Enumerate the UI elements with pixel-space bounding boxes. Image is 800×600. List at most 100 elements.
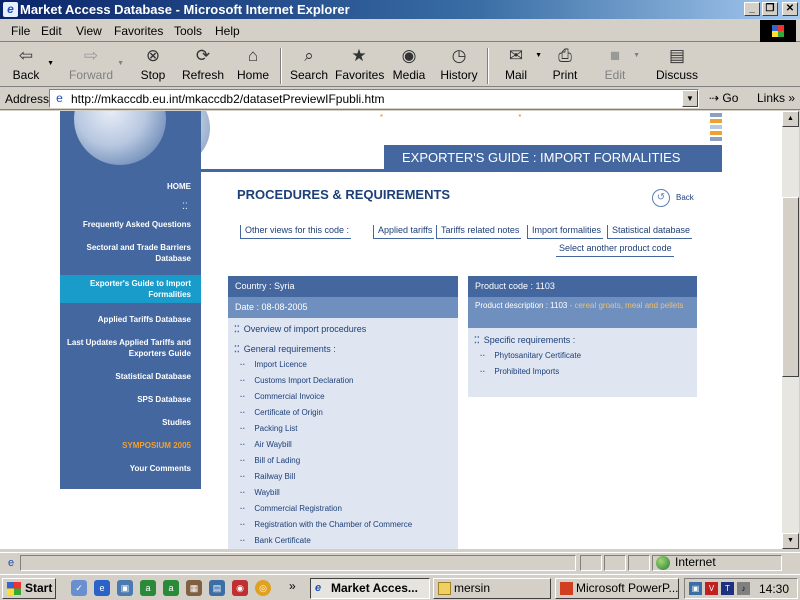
back-dropdown-icon[interactable]: ▼ — [47, 60, 54, 67]
history-button[interactable]: ◷ History — [440, 46, 478, 82]
bullet-icon: ·· — [240, 472, 246, 481]
folder-icon — [438, 582, 451, 595]
task-mersin[interactable]: mersin — [433, 578, 551, 599]
quicklaunch-app-icon[interactable]: a — [140, 580, 156, 596]
clock[interactable]: 14:30 — [759, 582, 789, 596]
quicklaunch-app-icon[interactable]: a — [163, 580, 179, 596]
view-link-statistical-database[interactable]: Statistical database — [607, 225, 693, 239]
address-dropdown-icon[interactable]: ▼ — [682, 90, 698, 107]
go-button[interactable]: ⇢ Go — [709, 91, 738, 105]
requirement-link[interactable]: ·· Bank Certificate — [240, 536, 311, 545]
select-product-code-link[interactable]: Select another product code — [556, 243, 674, 257]
requirement-link[interactable]: ·· Packing List — [240, 424, 297, 433]
nav-exporters-guide[interactable]: Exporter's Guide to Import Formalities — [60, 275, 201, 303]
print-button[interactable]: ⎙ Print — [548, 46, 582, 82]
forward-button[interactable]: ⇨ Forward ▼ — [68, 46, 124, 82]
mail-dropdown-icon[interactable]: ▼ — [535, 52, 542, 59]
requirement-link[interactable]: ·· Customs Import Declaration — [240, 376, 353, 385]
home-button[interactable]: ⌂ Home — [235, 46, 271, 82]
requirement-link[interactable]: ·· Waybill — [240, 488, 280, 497]
nav-sps-database[interactable]: SPS Database — [60, 394, 201, 405]
nav-symposium[interactable]: SYMPOSIUM 2005 — [60, 440, 201, 451]
menu-favorites[interactable]: Favorites — [114, 24, 163, 38]
start-button[interactable]: Start — [2, 578, 56, 599]
bullet-icon: ·· — [240, 408, 246, 417]
favorites-button[interactable]: ★ Favorites — [335, 46, 384, 82]
bullet-icon: ·· — [480, 351, 486, 360]
search-button[interactable]: ⌕ Search — [289, 46, 329, 82]
scroll-up-icon[interactable]: ▲ — [782, 111, 799, 127]
requirement-link[interactable]: ·· Air Waybill — [240, 440, 292, 449]
address-url[interactable]: http://mkaccdb.eu.int/mkaccdb2/datasetPr… — [71, 92, 384, 106]
tray-antivirus-icon[interactable]: V — [705, 582, 718, 595]
requirement-link[interactable]: ·· Commercial Invoice — [240, 392, 325, 401]
quicklaunch-more-icon[interactable]: » — [289, 579, 296, 593]
menu-tools[interactable]: Tools — [174, 24, 202, 38]
nav-sectoral-trade-barriers[interactable]: Sectoral and Trade Barriers Database — [60, 242, 201, 264]
tray-network-icon[interactable]: ▣ — [689, 582, 702, 595]
requirement-link[interactable]: ·· Bill of Lading — [240, 456, 300, 465]
quicklaunch-app-icon[interactable]: ▦ — [186, 580, 202, 596]
back-link[interactable]: ↺ Back — [652, 189, 694, 207]
view-link-import-formalities[interactable]: Import formalities — [527, 225, 604, 239]
forward-dropdown-icon[interactable]: ▼ — [117, 60, 124, 67]
address-input[interactable]: e http://mkaccdb.eu.int/mkaccdb2/dataset… — [49, 89, 699, 108]
requirement-link[interactable]: ·· Import Licence — [240, 360, 307, 369]
stop-button[interactable]: ⊗ Stop — [136, 46, 170, 82]
refresh-button[interactable]: ⟳ Refresh — [180, 46, 226, 82]
quicklaunch-outlook-icon[interactable]: ▣ — [117, 580, 133, 596]
requirement-link[interactable]: ·· Registration with the Chamber of Comme… — [240, 520, 412, 529]
menu-view[interactable]: View — [76, 24, 102, 38]
window-title: Market Access Database - Microsoft Inter… — [20, 2, 350, 17]
requirement-link[interactable]: ·· Railway Bill — [240, 472, 295, 481]
edit-button[interactable]: ■ Edit ▼ — [600, 46, 640, 82]
view-link-applied-tariffs[interactable]: Applied tariffs — [373, 225, 435, 239]
quicklaunch-app-icon[interactable]: ◉ — [232, 580, 248, 596]
back-button[interactable]: ⇦ Back ▼ — [8, 46, 54, 82]
back-arrow-icon: ⇦ — [18, 46, 34, 65]
quicklaunch-app-icon[interactable]: ▤ — [209, 580, 225, 596]
requirement-link[interactable]: ·· Certificate of Origin — [240, 408, 323, 417]
links-button[interactable]: Links » — [757, 91, 795, 105]
vertical-scrollbar[interactable]: ▲ ▼ — [782, 111, 799, 549]
specific-requirements-title: ⁚⁚ Specific requirements : — [474, 335, 576, 345]
discuss-button[interactable]: ▤ Discuss — [656, 46, 698, 82]
requirement-link[interactable]: ·· Commercial Registration — [240, 504, 342, 513]
maximize-button[interactable]: ❐ — [762, 2, 778, 16]
nav-your-comments[interactable]: Your Comments — [60, 463, 201, 474]
back-circle-icon: ↺ — [652, 189, 670, 207]
toolbar-separator — [280, 48, 282, 84]
scroll-down-icon[interactable]: ▼ — [782, 533, 799, 549]
tray-volume-icon[interactable]: ♪ — [737, 582, 750, 595]
nav-statistical-database[interactable]: Statistical Database — [60, 371, 201, 382]
nav-home[interactable]: HOME — [60, 181, 201, 192]
bullet-icon: ⁚⁚ — [234, 344, 240, 354]
menu-file[interactable]: File — [11, 24, 30, 38]
close-button[interactable]: ✕ — [782, 2, 798, 16]
bullet-icon: ·· — [240, 424, 246, 433]
nav-last-updates[interactable]: Last Updates Applied Tariffs and Exporte… — [60, 337, 201, 359]
window-title-bar[interactable]: e Market Access Database - Microsoft Int… — [0, 0, 800, 19]
quicklaunch-app-icon[interactable]: ◎ — [255, 580, 271, 596]
nav-faq[interactable]: Frequently Asked Questions — [60, 219, 201, 230]
requirement-link[interactable]: ·· Phytosanitary Certificate — [480, 351, 581, 360]
edit-dropdown-icon[interactable]: ▼ — [633, 52, 640, 59]
mail-button[interactable]: ✉ Mail ▼ — [500, 46, 542, 82]
quicklaunch-ie-icon[interactable]: e — [94, 580, 110, 596]
tray-app-icon[interactable]: T — [721, 582, 734, 595]
quicklaunch-desktop-icon[interactable]: ✓ — [71, 580, 87, 596]
requirement-link[interactable]: ·· Prohibited Imports — [480, 367, 559, 376]
ie-icon: e — [3, 2, 18, 17]
task-powerpoint[interactable]: Microsoft PowerP... — [555, 578, 679, 599]
view-link-tariffs-notes[interactable]: Tariffs related notes — [436, 225, 522, 239]
menu-edit[interactable]: Edit — [41, 24, 62, 38]
task-market-access[interactable]: e Market Acces... — [310, 578, 430, 599]
nav-applied-tariffs[interactable]: Applied Tariffs Database — [60, 314, 201, 325]
overview-link[interactable]: ⁚⁚ Overview of import procedures — [234, 324, 366, 335]
nav-studies[interactable]: Studies — [60, 417, 201, 428]
menu-help[interactable]: Help — [215, 24, 240, 38]
media-button[interactable]: ◉ Media — [391, 46, 427, 82]
general-requirements-title: ⁚⁚ General requirements : — [234, 344, 336, 354]
minimize-button[interactable]: _ — [744, 2, 760, 16]
scroll-thumb[interactable] — [782, 197, 799, 377]
